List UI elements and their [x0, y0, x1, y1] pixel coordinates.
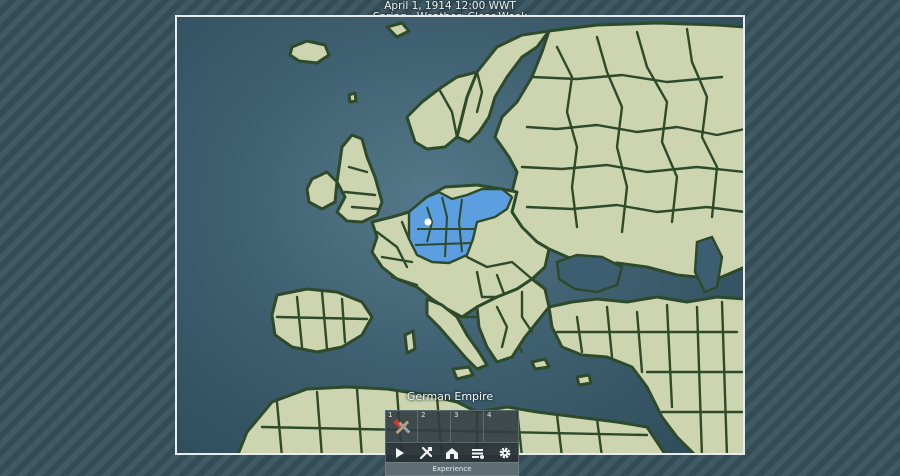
- faroe-island[interactable]: [347, 91, 358, 104]
- cyprus-island[interactable]: [575, 373, 593, 387]
- slot-number: 3: [454, 411, 459, 419]
- sardinia[interactable]: [403, 329, 417, 355]
- selected-nation-label: German Empire: [406, 390, 494, 403]
- crete-island[interactable]: [530, 357, 551, 371]
- iceland[interactable]: [288, 39, 331, 65]
- experience-label: Experience: [432, 465, 472, 473]
- hammer-icon: [393, 418, 411, 435]
- slot-number: 4: [487, 411, 492, 419]
- gear-icon: [499, 447, 511, 459]
- sicily[interactable]: [451, 365, 475, 381]
- hotbar-slot-3[interactable]: 3: [452, 411, 484, 443]
- settings-button[interactable]: [495, 445, 515, 461]
- hotbar-slot-4[interactable]: 4: [485, 411, 517, 443]
- action-toolbar: [385, 442, 519, 464]
- capital-marker[interactable]: [424, 218, 432, 226]
- svalbard-island[interactable]: [385, 21, 411, 39]
- building-icon: [445, 448, 458, 459]
- hotbar-slot-1[interactable]: 1: [386, 411, 418, 443]
- diplomacy-button[interactable]: [468, 445, 488, 461]
- slot-number: 2: [421, 411, 426, 419]
- world-map[interactable]: [175, 15, 745, 455]
- unit-hotbar: 1 2 3 4: [385, 410, 519, 444]
- tools-icon: [419, 446, 432, 460]
- buildings-button[interactable]: [442, 445, 462, 461]
- ireland[interactable]: [305, 170, 339, 211]
- hotbar-slot-2[interactable]: 2: [419, 411, 451, 443]
- flag-icon: [472, 449, 485, 459]
- build-tools-button[interactable]: [416, 445, 436, 461]
- play-icon: [396, 448, 405, 458]
- play-button[interactable]: [389, 445, 409, 461]
- experience-bar: Experience: [385, 462, 519, 476]
